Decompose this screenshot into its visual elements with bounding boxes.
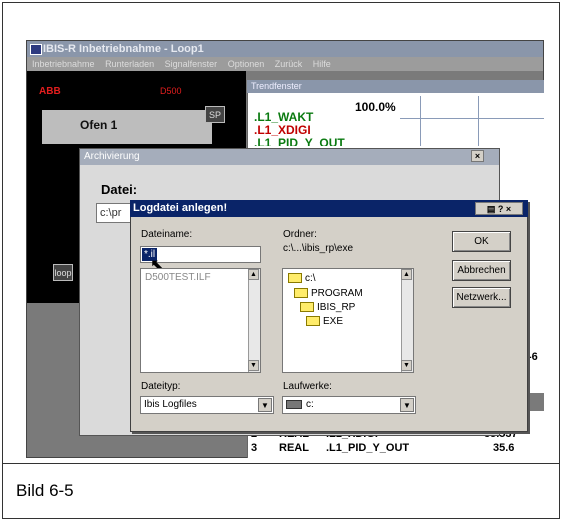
scroll-down-icon[interactable]: ▼: [248, 360, 259, 371]
folder-list-scrollbar[interactable]: [401, 269, 413, 372]
table-row-type: REAL: [279, 442, 309, 454]
figure-caption: Bild 6-5: [16, 481, 74, 500]
loop-button[interactable]: loop: [53, 264, 73, 281]
folder-item-program[interactable]: PROGRAM: [294, 288, 363, 299]
filetype-label: Dateityp:: [141, 381, 181, 392]
ok-button[interactable]: OK: [452, 231, 511, 252]
filename-label: Dateiname:: [141, 229, 193, 240]
file-label: Datei:: [101, 182, 138, 197]
caption-divider: [2, 463, 560, 464]
menu-signalfenster[interactable]: Signalfenster: [165, 59, 218, 69]
folder-item-root[interactable]: c:\: [288, 273, 316, 284]
folder-path: c:\...\ibis_rp\exe: [283, 243, 354, 254]
brand-label: ABB: [39, 86, 61, 97]
trend-signal-xdigi: .L1_XDIGI: [254, 123, 311, 137]
folder-open-icon: [294, 288, 308, 299]
menu-zurueck[interactable]: Zurück: [275, 59, 303, 69]
trend-title: Trendfenster: [247, 80, 544, 93]
folder-name: IBIS_RP: [317, 302, 356, 313]
table-row-name: .L1_PID_Y_OUT: [326, 442, 410, 454]
main-title-bar: IBIS-R Inbetriebnahme - Loop1: [27, 41, 543, 57]
dialog-title-buttons[interactable]: ▤ ? ×: [475, 202, 523, 215]
scroll-up-icon[interactable]: ▲: [401, 269, 412, 280]
cancel-button[interactable]: Abbrechen: [452, 260, 511, 281]
scroll-down-icon[interactable]: ▼: [401, 360, 412, 371]
menu-inbetriebnahme[interactable]: Inbetriebnahme: [32, 59, 95, 69]
folder-name: EXE: [323, 316, 344, 327]
file-list-item[interactable]: D500TEST.ILF: [145, 272, 211, 283]
chevron-down-icon[interactable]: ▼: [258, 398, 272, 412]
table-row-value: 35.6: [493, 442, 515, 454]
archive-dialog-title: Archivierung: [80, 149, 499, 165]
trend-signal-wakt: .L1_WAKT: [254, 110, 314, 124]
menu-optionen[interactable]: Optionen: [228, 59, 265, 69]
app-icon: [30, 44, 42, 55]
chevron-down-icon[interactable]: ▼: [400, 398, 414, 412]
trend-signal-pid: .L1_PID_Y_OUT: [254, 136, 345, 146]
trend-side-value: -6: [528, 351, 538, 363]
drives-label: Laufwerke:: [283, 381, 332, 392]
log-dialog-title: Logdatei anlegen!: [130, 200, 528, 217]
menu-runterladen[interactable]: Runterladen: [105, 59, 154, 69]
folder-item-ibis-rp[interactable]: IBIS_RP: [300, 302, 355, 313]
folder-open-icon: [306, 316, 320, 327]
sp-button[interactable]: SP: [205, 106, 225, 123]
drive-icon: [286, 399, 302, 409]
filetype-value: Ibis Logfiles: [144, 399, 197, 410]
main-title: IBIS-R Inbetriebnahme - Loop1: [43, 43, 204, 55]
folder-name: PROGRAM: [311, 288, 363, 299]
folder-item-exe[interactable]: EXE: [306, 316, 343, 327]
filetype-select[interactable]: Ibis Logfiles: [140, 396, 274, 414]
scroll-up-icon[interactable]: ▲: [248, 269, 259, 280]
archive-close-button[interactable]: ×: [471, 150, 484, 162]
drive-select[interactable]: c:: [282, 396, 416, 414]
controller-name: Ofen 1: [42, 110, 212, 144]
trend-side-panel: [528, 393, 544, 411]
trend-grid-line: [420, 96, 421, 146]
folder-label: Ordner:: [283, 229, 317, 240]
trend-value-wakt: 100.0%: [355, 100, 396, 114]
folder-open-icon: [288, 273, 302, 284]
model-label: D500: [160, 86, 182, 96]
table-row-index: 3: [251, 442, 258, 454]
file-listbox[interactable]: [140, 268, 261, 373]
folder-open-icon: [300, 302, 314, 313]
file-list-scrollbar[interactable]: [248, 269, 260, 372]
drive-value: c:: [306, 399, 314, 410]
trend-grid-line: [478, 96, 479, 146]
main-menubar: Inbetriebnahme Runterladen Signalfenster…: [27, 57, 543, 71]
menu-hilfe[interactable]: Hilfe: [313, 59, 331, 69]
folder-name: c:\: [305, 273, 316, 284]
network-button[interactable]: Netzwerk...: [452, 287, 511, 308]
trend-grid-line: [400, 118, 544, 119]
